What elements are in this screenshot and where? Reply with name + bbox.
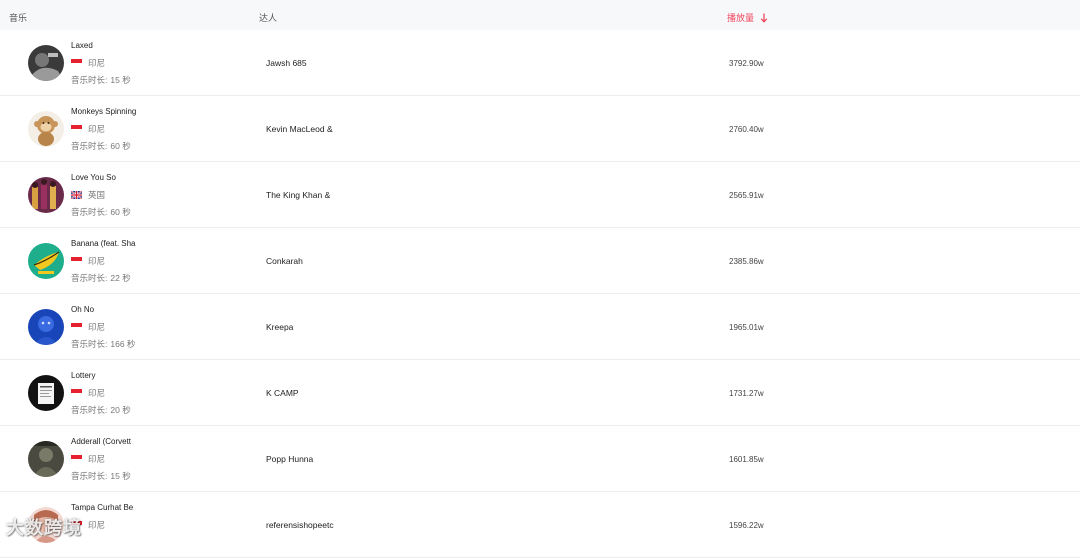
country-name: 印尼 — [88, 322, 106, 332]
table-row[interactable]: Lottery 印尼 音乐时长: 20 秒 K CAMP 1731.27w — [0, 360, 1080, 426]
indonesia-flag-icon — [71, 257, 82, 265]
music-title[interactable]: Monkeys Spinning — [71, 107, 141, 116]
talent-name[interactable]: Conkarah — [266, 256, 336, 266]
duration-label: 音乐时长: — [71, 405, 108, 415]
album-cover-image — [28, 177, 64, 213]
country-name: 印尼 — [88, 454, 106, 464]
indonesia-flag-icon — [71, 323, 82, 331]
music-duration: 音乐时长: 15 秒 — [71, 470, 131, 482]
album-cover-image — [28, 441, 64, 477]
music-title[interactable]: Oh No — [71, 305, 141, 314]
indonesia-flag-icon — [71, 389, 82, 397]
music-duration: 音乐时长: 22 秒 — [71, 272, 131, 284]
column-header-plays-label: 播放量 — [727, 13, 755, 23]
play-count: 2565.91w — [729, 191, 764, 200]
talent-name[interactable]: K CAMP — [266, 388, 336, 398]
talent-name[interactable]: referensishopeetc — [266, 520, 336, 530]
album-cover[interactable] — [28, 111, 64, 147]
duration-value: 22 秒 — [110, 273, 131, 283]
column-header-music: 音乐 — [9, 13, 28, 23]
table-row[interactable]: Laxed 印尼 音乐时长: 15 秒 Jawsh 685 3792.90w — [0, 30, 1080, 96]
column-header-talent: 达人 — [259, 13, 278, 23]
album-cover-image — [28, 375, 64, 411]
duration-label: 音乐时长: — [71, 273, 108, 283]
play-count: 3792.90w — [729, 59, 764, 68]
music-title[interactable]: Tampa Curhat Be — [71, 503, 141, 512]
album-cover[interactable] — [28, 309, 64, 345]
music-duration: 音乐时长: 60 秒 — [71, 140, 131, 152]
music-duration: 音乐时长: 20 秒 — [71, 404, 131, 416]
album-cover[interactable] — [28, 441, 64, 477]
indonesia-flag-icon — [71, 125, 82, 133]
country-info: 印尼 — [71, 57, 105, 69]
play-count: 1965.01w — [729, 323, 764, 332]
music-duration: 音乐时长: 60 秒 — [71, 206, 131, 218]
talent-name[interactable]: The King Khan & — [266, 190, 336, 200]
country-info: 印尼 — [71, 255, 105, 267]
talent-name[interactable]: Jawsh 685 — [266, 58, 336, 68]
album-cover-image — [28, 243, 64, 279]
music-duration: 音乐时长: 166 秒 — [71, 338, 135, 350]
country-name: 英国 — [88, 190, 106, 200]
country-name: 印尼 — [88, 388, 106, 398]
play-count: 1731.27w — [729, 389, 764, 398]
play-count: 2385.86w — [729, 257, 764, 266]
country-info: 印尼 — [71, 453, 105, 465]
watermark: 大数跨境 — [6, 518, 82, 538]
duration-label: 音乐时长: — [71, 75, 108, 85]
table-row[interactable]: Tampa Curhat Be 印尼 referensishopeetc 159… — [0, 492, 1080, 558]
duration-value: 15 秒 — [110, 75, 131, 85]
album-cover[interactable] — [28, 375, 64, 411]
album-cover[interactable] — [28, 177, 64, 213]
duration-label: 音乐时长: — [71, 207, 108, 217]
duration-value: 15 秒 — [110, 471, 131, 481]
table-row[interactable]: Adderall (Corvett 印尼 音乐时长: 15 秒 Popp Hunn… — [0, 426, 1080, 492]
album-cover-image — [28, 309, 64, 345]
country-name: 印尼 — [88, 58, 106, 68]
table-header: 音乐 达人 播放量 — [0, 0, 1080, 30]
play-count: 2760.40w — [729, 125, 764, 134]
duration-value: 60 秒 — [110, 207, 131, 217]
country-info: 印尼 — [71, 321, 105, 333]
uk-flag-icon — [71, 191, 82, 199]
album-cover-image — [28, 45, 64, 81]
duration-label: 音乐时长: — [71, 471, 108, 481]
music-title[interactable]: Banana (feat. Sha — [71, 239, 141, 248]
music-title[interactable]: Love You So — [71, 173, 141, 182]
music-duration: 音乐时长: 15 秒 — [71, 74, 131, 86]
duration-value: 20 秒 — [110, 405, 131, 415]
music-title[interactable]: Laxed — [71, 41, 141, 50]
column-header-plays-sort[interactable]: 播放量 — [727, 11, 768, 24]
country-name: 印尼 — [88, 256, 106, 266]
talent-name[interactable]: Kreepa — [266, 322, 336, 332]
table-row[interactable]: Love You So 英国 音乐时长: 60 秒 The King Khan &… — [0, 162, 1080, 228]
music-title[interactable]: Adderall (Corvett — [71, 437, 141, 446]
play-count: 1596.22w — [729, 521, 764, 530]
talent-name[interactable]: Kevin MacLeod & — [266, 124, 336, 134]
play-count: 1601.85w — [729, 455, 764, 464]
country-info: 印尼 — [71, 387, 105, 399]
album-cover[interactable] — [28, 45, 64, 81]
sort-descending-icon[interactable] — [760, 13, 768, 23]
country-name: 印尼 — [88, 124, 106, 134]
album-cover-image — [28, 111, 64, 147]
country-info: 印尼 — [71, 123, 105, 135]
table-row[interactable]: Banana (feat. Sha 印尼 音乐时长: 22 秒 Conkarah … — [0, 228, 1080, 294]
country-info: 英国 — [71, 189, 105, 201]
duration-value: 60 秒 — [110, 141, 131, 151]
talent-name[interactable]: Popp Hunna — [266, 454, 336, 464]
table-row[interactable]: Monkeys Spinning 印尼 音乐时长: 60 秒 Kevin MacL… — [0, 96, 1080, 162]
duration-label: 音乐时长: — [71, 141, 108, 151]
music-table: Laxed 印尼 音乐时长: 15 秒 Jawsh 685 3792.90w Mo… — [0, 30, 1080, 558]
indonesia-flag-icon — [71, 59, 82, 67]
music-title[interactable]: Lottery — [71, 371, 141, 380]
duration-value: 166 秒 — [110, 339, 136, 349]
country-name: 印尼 — [88, 520, 106, 530]
duration-label: 音乐时长: — [71, 339, 108, 349]
indonesia-flag-icon — [71, 455, 82, 463]
album-cover[interactable] — [28, 243, 64, 279]
table-row[interactable]: Oh No 印尼 音乐时长: 166 秒 Kreepa 1965.01w — [0, 294, 1080, 360]
